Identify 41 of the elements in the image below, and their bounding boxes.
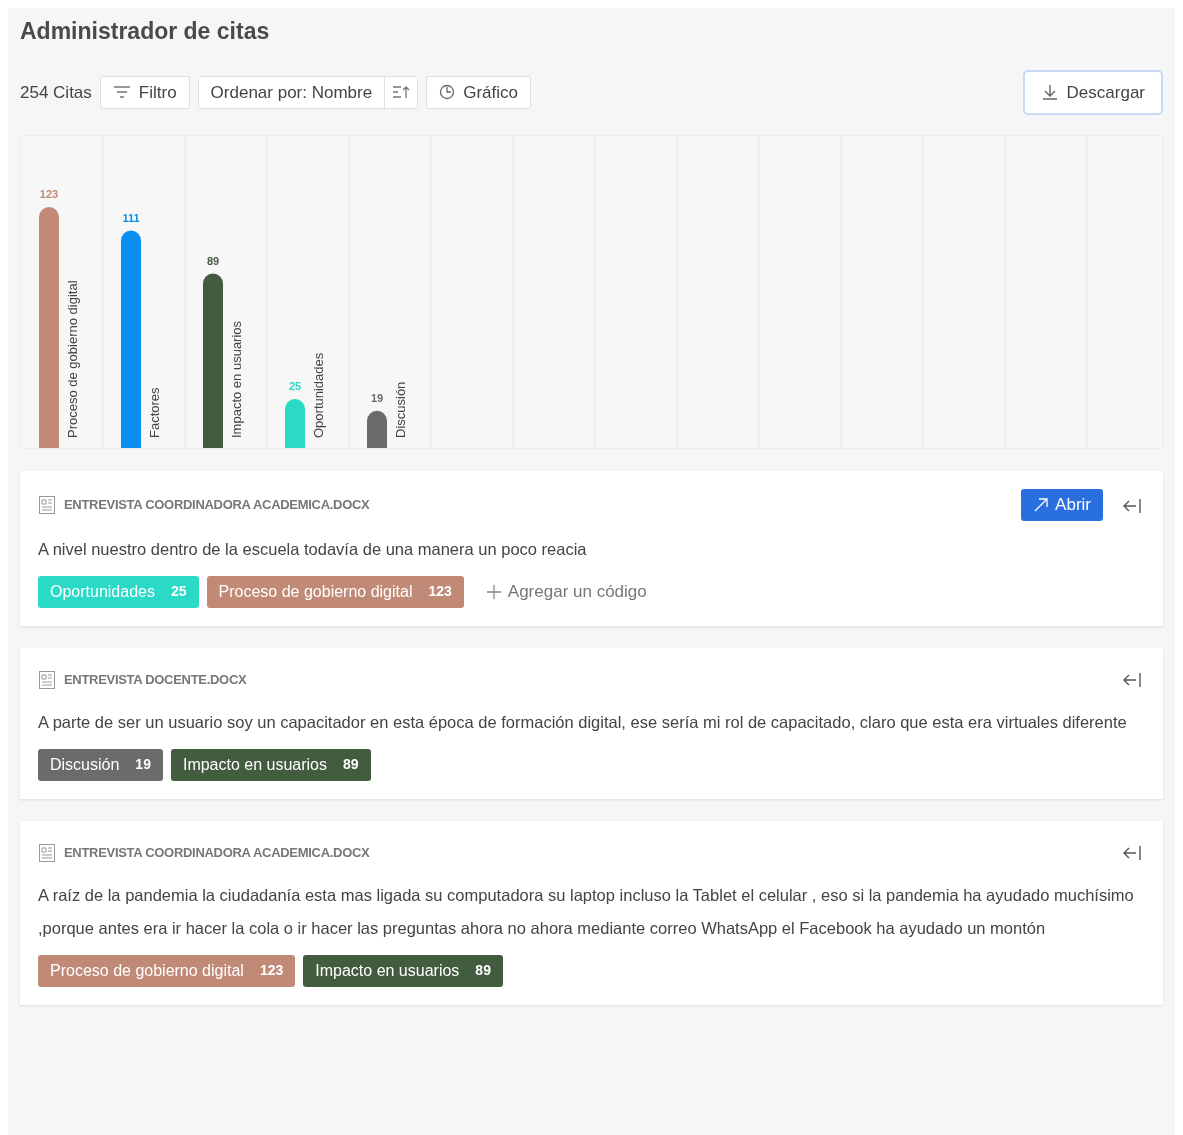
code-tag[interactable]: Impacto en usuarios 89 [170, 748, 371, 781]
filter-icon [112, 84, 131, 101]
document-name: ENTREVISTA COORDINADORA ACADEMICA.DOCX [64, 496, 370, 515]
add-code-button[interactable]: Agregar un código [479, 577, 653, 606]
value-label: 19 [370, 391, 384, 404]
category-label: Discusión [393, 381, 408, 439]
filter-button[interactable]: Filtro [99, 75, 190, 110]
sort-direction-button[interactable] [384, 76, 418, 109]
quote-text: A raíz de la pandemia la ciudadanía esta mas ligada su computadora su laptop incluso la Tablet el celular , eso si la pandemia ha ayudado muchísimo ,porque antes era ir hacer la cola o ir hacer las preguntas ahora no ahora mediante correo WhatsApp el Facebook ha ayudado un montón [38, 884, 1135, 939]
category-label: Factores [147, 387, 162, 439]
document-name: ENTREVISTA COORDINADORA ACADEMICA.DOCX [64, 843, 370, 862]
document-name: ENTREVISTA DOCENTE.DOCX [64, 670, 247, 689]
category-label: Oportunidades [311, 352, 326, 439]
arrow-left-bar-icon [1121, 671, 1143, 690]
bar [367, 410, 387, 449]
document-icon [38, 669, 56, 690]
arrow-left-bar-icon [1121, 496, 1143, 515]
category-label: Impacto en usuarios [229, 321, 244, 439]
sort-icon [392, 84, 411, 101]
download-icon [1040, 83, 1059, 102]
document-icon [38, 494, 56, 515]
clock-icon [439, 84, 456, 101]
quote-count: 254 Citas [20, 81, 92, 104]
download-button[interactable]: Descargar [1022, 69, 1163, 116]
document-icon [38, 842, 56, 863]
chart-button[interactable]: Gráfico [426, 75, 531, 110]
arrow-left-bar-icon [1121, 844, 1143, 863]
category-label: Proceso de gobierno digital [65, 280, 80, 439]
page-title: Administrador de citas [20, 18, 271, 46]
quote-text: A parte de ser un usuario soy un capacitador en esta época de formación digital, ese sería mi rol de capacitado, claro que esta era virtuales diferente [38, 711, 1128, 733]
arrow-icon [1033, 496, 1050, 513]
value-label: 25 [288, 380, 302, 393]
value-label: 89 [206, 254, 220, 267]
value-label: 111 [122, 211, 140, 224]
value-label: 123 [39, 188, 59, 201]
bar [285, 399, 305, 449]
code-tag[interactable]: Discusión 19 [38, 748, 163, 781]
plus-icon [485, 583, 502, 600]
quote-text: A nivel nuestro dentro de la escuela todavía de una manera un poco reacia [38, 538, 588, 560]
code-tag[interactable]: Impacto en usuarios 89 [303, 954, 503, 987]
open-button[interactable]: Abrir [1021, 489, 1103, 521]
